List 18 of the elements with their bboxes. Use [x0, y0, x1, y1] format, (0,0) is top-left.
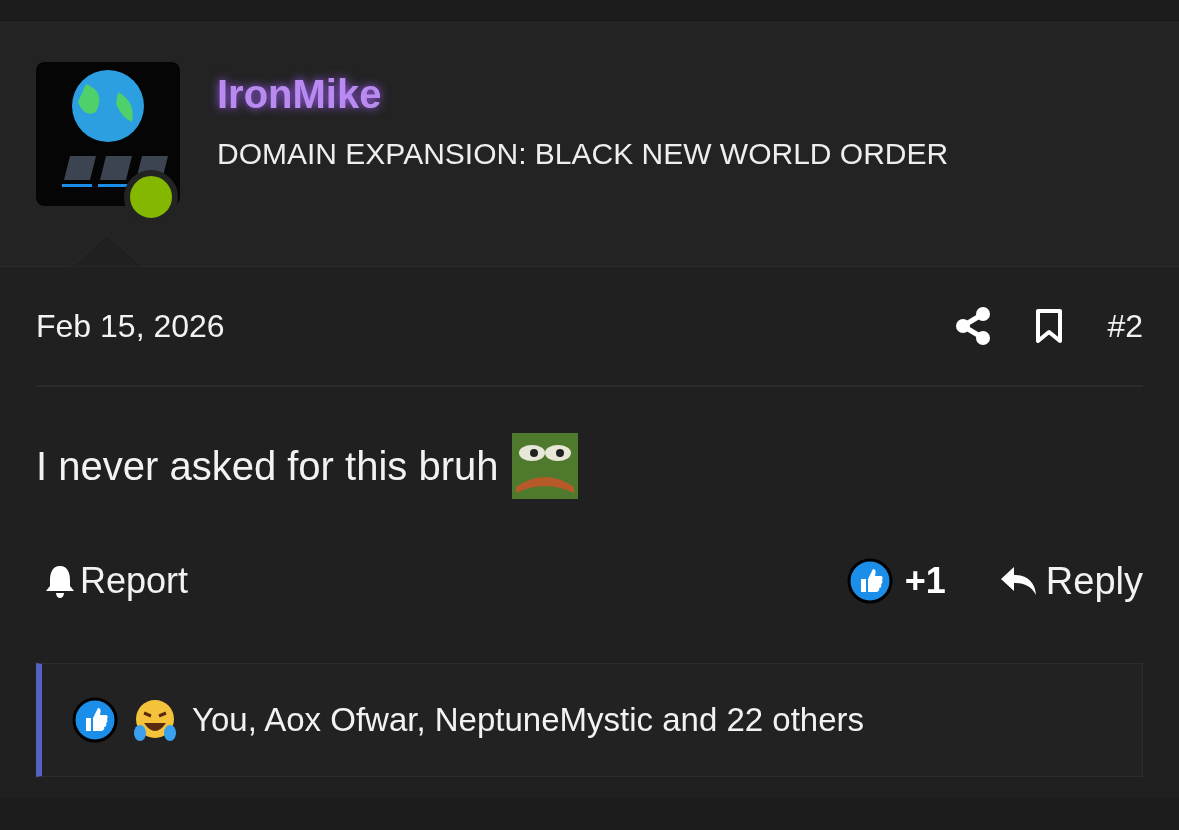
thumbs-up-icon — [72, 697, 118, 743]
post-text: I never asked for this bruh — [36, 443, 499, 490]
reply-button[interactable]: Reply — [999, 552, 1143, 610]
user-title: DOMAIN EXPANSION: BLACK NEW WORLD ORDER — [217, 136, 949, 172]
laughing-crying-emoji-icon — [132, 697, 178, 743]
bookmark-icon[interactable] — [1035, 308, 1064, 344]
report-button[interactable]: Report — [44, 554, 189, 608]
like-button[interactable]: +1 — [846, 554, 946, 608]
username[interactable]: IronMike — [217, 70, 949, 118]
reactions-bar[interactable]: You, Aox Ofwar, NeptuneMystic and 22 others — [36, 663, 1143, 777]
frown-emoji-icon — [512, 433, 579, 499]
post-date[interactable]: Feb 15, 2026 — [36, 302, 225, 350]
bell-icon — [44, 564, 76, 598]
reply-arrow-icon — [999, 565, 1038, 597]
share-icon[interactable] — [955, 307, 992, 345]
thumbs-up-icon — [846, 558, 893, 604]
post-number[interactable]: #2 — [1107, 302, 1143, 350]
reactions-summary[interactable]: You, Aox Ofwar, NeptuneMystic and 22 others — [192, 695, 864, 745]
